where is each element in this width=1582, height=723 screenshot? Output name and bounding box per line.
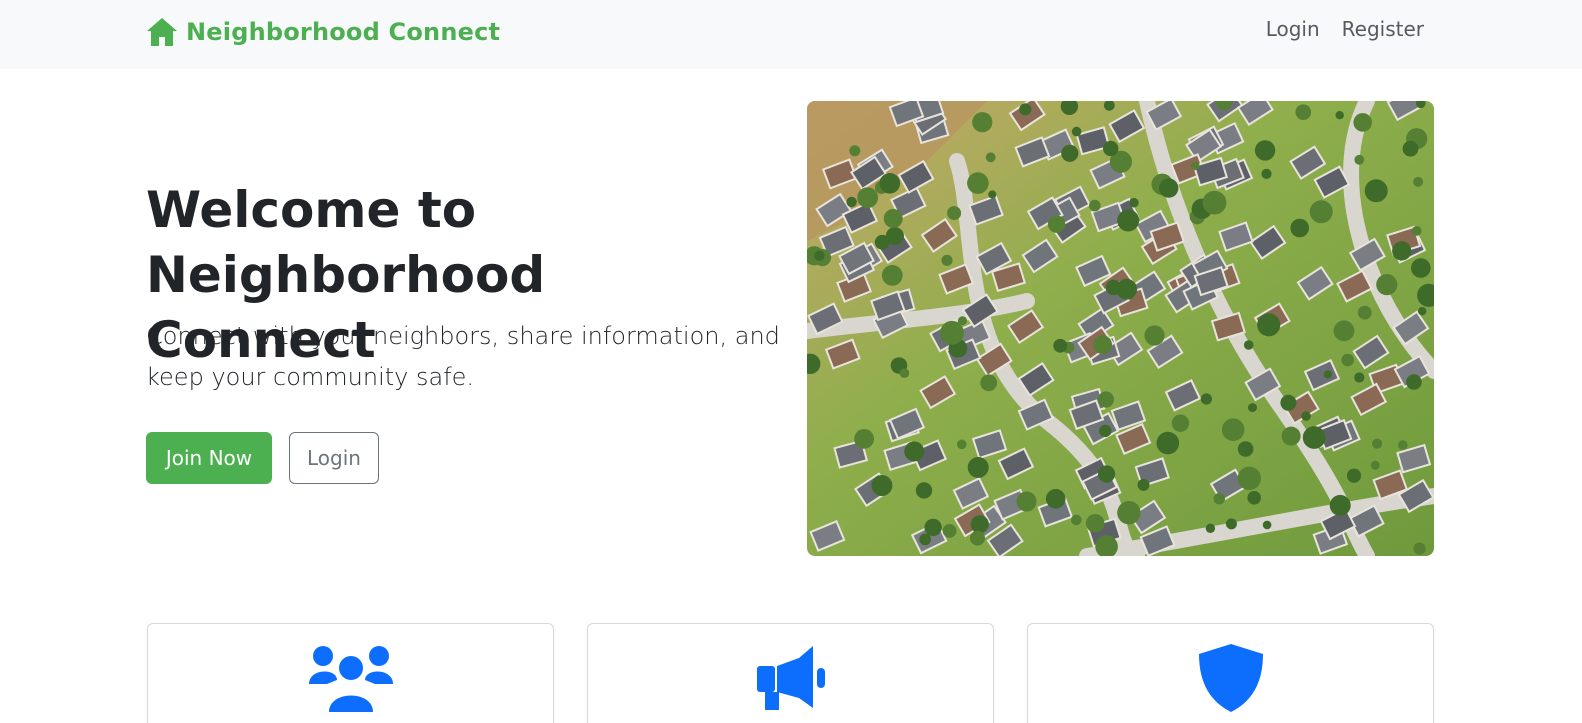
join-now-button[interactable]: Join Now [146,432,272,484]
users-icon [308,646,393,712]
hero-neighborhood-image [807,101,1434,556]
feature-card-announcements [587,623,994,723]
feature-card-community [147,623,554,723]
nav-links: Login Register [1266,17,1424,41]
navbar: Neighborhood Connect Login Register [0,0,1582,69]
nav-register-link[interactable]: Register [1342,17,1424,41]
megaphone-icon [756,646,825,710]
hero-lead: Connect with your neighbors, share infor… [146,322,780,391]
nav-login-link[interactable]: Login [1266,17,1320,41]
shield-icon [1198,644,1263,712]
home-icon [147,18,177,46]
brand-link[interactable]: Neighborhood Connect [146,15,500,49]
feature-card-safety [1027,623,1434,723]
hero-login-button[interactable]: Login [289,432,379,484]
brand-name: Neighborhood Connect [186,18,501,46]
